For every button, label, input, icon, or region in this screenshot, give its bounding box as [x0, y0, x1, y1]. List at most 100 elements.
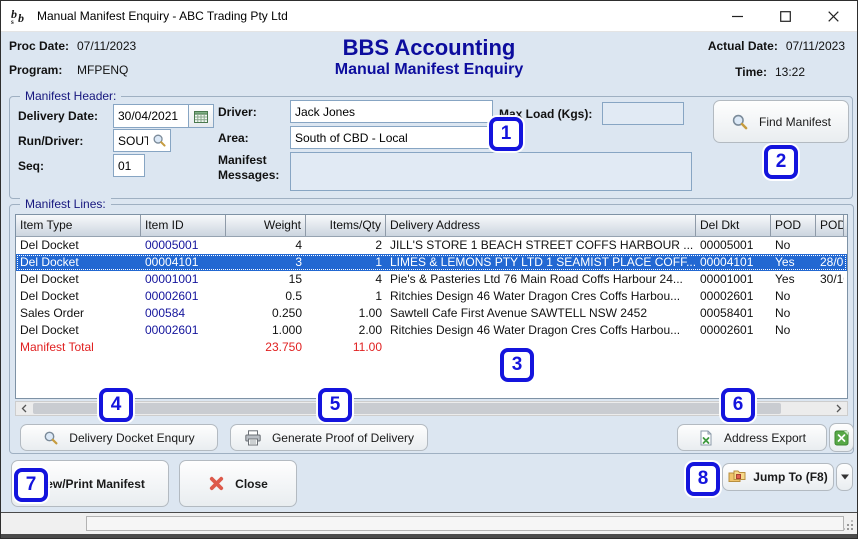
cell-item-type: Del Docket: [16, 288, 141, 305]
address-export-button[interactable]: Address Export: [677, 424, 827, 451]
delivery-date-label: Delivery Date:: [18, 109, 98, 123]
cell-weight: 3: [226, 254, 306, 271]
total-item-id: [141, 339, 226, 356]
area-input[interactable]: [291, 131, 492, 145]
driver-input[interactable]: [291, 105, 492, 119]
max-load-input[interactable]: [603, 107, 683, 121]
manual-manifest-enquiry-window: b b s Manual Manifest Enquiry - ABC Trad…: [0, 0, 858, 539]
table-row[interactable]: Del Docket 00002601 0.5 1 Ritchies Desig…: [16, 288, 847, 305]
cell-pod-date: 28/09/2: [816, 254, 844, 271]
svg-text:s: s: [11, 18, 14, 25]
annotation-badge-8: 8: [686, 462, 720, 496]
max-load-field-wrap: [602, 102, 684, 125]
col-items-qty[interactable]: Items/Qty: [306, 215, 386, 236]
jump-to-folders-icon: [728, 470, 746, 484]
cell-pod: No: [771, 305, 816, 322]
time-value: 13:22: [775, 65, 805, 79]
manifest-messages-field[interactable]: [290, 152, 692, 191]
address-export-label: Address Export: [724, 431, 806, 445]
window-title: Manual Manifest Enquiry - ABC Trading Pt…: [37, 9, 288, 23]
excel-export-button[interactable]: [829, 423, 854, 452]
col-pod[interactable]: POD: [771, 215, 816, 236]
col-weight[interactable]: Weight: [226, 215, 306, 236]
cell-item-type: Del Docket: [16, 254, 141, 271]
cell-item-id[interactable]: 00005001: [141, 237, 226, 254]
close-window-button[interactable]: [809, 1, 857, 31]
cell-items-qty: 1: [306, 288, 386, 305]
table-row-selected[interactable]: Del Docket 00004101 3 1 LIMES & LEMONS P…: [16, 254, 847, 271]
cell-pod-date: 30/10/2: [816, 271, 844, 288]
cell-items-qty: 1.00: [306, 305, 386, 322]
generate-proof-of-delivery-button[interactable]: Generate Proof of Delivery: [230, 424, 428, 451]
cell-pod-date: [816, 305, 844, 322]
col-pod-date[interactable]: POD D: [816, 215, 844, 236]
cell-del-dkt: 00002601: [696, 322, 771, 339]
resize-grip[interactable]: [842, 517, 854, 531]
cell-pod-date: [816, 322, 844, 339]
area-label: Area:: [218, 131, 249, 145]
run-driver-input[interactable]: [114, 134, 152, 148]
address-export-icon: [698, 430, 714, 446]
time-label: Time:: [735, 65, 767, 79]
jump-to-dropdown-button[interactable]: [836, 463, 853, 491]
manifest-lines-table: Item Type Item ID Weight Items/Qty Deliv…: [15, 214, 848, 399]
col-del-dkt[interactable]: Del Dkt: [696, 215, 771, 236]
cell-item-type: Sales Order: [16, 305, 141, 322]
cell-del-dkt: 00058401: [696, 305, 771, 322]
close-x-icon: [208, 475, 225, 492]
table-row[interactable]: Del Docket 00001001 15 4 Pie's & Pasteri…: [16, 271, 847, 288]
cell-delivery-address: Ritchies Design 46 Water Dragon Cres Cof…: [386, 322, 696, 339]
cell-pod-date: [816, 237, 844, 254]
cell-item-id[interactable]: 00004101: [141, 254, 226, 271]
table-row[interactable]: Del Docket 00005001 4 2 JILL'S STORE 1 B…: [16, 237, 847, 254]
scroll-right-arrow-icon[interactable]: [831, 402, 847, 415]
statusbar: [1, 513, 857, 534]
table-row[interactable]: Del Docket 00002601 1.000 2.00 Ritchies …: [16, 322, 847, 339]
cell-item-id[interactable]: 00002601: [141, 322, 226, 339]
jump-to-button[interactable]: Jump To (F8): [722, 463, 834, 491]
cell-items-qty: 1: [306, 254, 386, 271]
statusbar-panel: [86, 516, 844, 531]
cell-pod: No: [771, 237, 816, 254]
window-bottom-border: [1, 534, 857, 539]
cell-delivery-address: LIMES & LEMONS PTY LTD 1 SEAMIST PLACE C…: [386, 254, 696, 271]
cell-item-id[interactable]: 00002601: [141, 288, 226, 305]
maximize-button[interactable]: [761, 1, 809, 31]
calendar-icon: [194, 110, 208, 123]
delivery-date-input[interactable]: [114, 109, 188, 123]
delivery-docket-search-icon: [43, 430, 59, 446]
manifest-messages-label: Manifest Messages:: [218, 153, 288, 183]
calendar-button[interactable]: [188, 105, 213, 127]
scroll-left-arrow-icon[interactable]: [16, 402, 32, 415]
titlebar: b b s Manual Manifest Enquiry - ABC Trad…: [1, 1, 857, 32]
scrollbar-thumb[interactable]: [33, 403, 781, 414]
view-print-manifest-label: View/Print Manifest: [35, 477, 145, 491]
seq-input[interactable]: [114, 159, 144, 173]
jump-to-label: Jump To (F8): [753, 470, 827, 484]
cell-item-id[interactable]: 000584: [141, 305, 226, 322]
close-button[interactable]: Close: [179, 460, 297, 507]
col-item-id[interactable]: Item ID: [141, 215, 226, 236]
cell-items-qty: 2.00: [306, 322, 386, 339]
generate-proof-of-delivery-label: Generate Proof of Delivery: [272, 431, 414, 445]
cell-item-id[interactable]: 00001001: [141, 271, 226, 288]
cell-pod: No: [771, 322, 816, 339]
annotation-badge-4: 4: [99, 388, 133, 422]
time-row: Time: 13:22: [735, 65, 805, 79]
find-manifest-button[interactable]: Find Manifest: [713, 100, 849, 143]
minimize-button[interactable]: [713, 1, 761, 31]
cell-weight: 4: [226, 237, 306, 254]
table-row[interactable]: Sales Order 000584 0.250 1.00 Sawtell Ca…: [16, 305, 847, 322]
cell-weight: 15: [226, 271, 306, 288]
cell-pod: Yes: [771, 271, 816, 288]
cell-pod: Yes: [771, 254, 816, 271]
col-delivery-address[interactable]: Delivery Address: [386, 215, 696, 236]
total-qty: 11.00: [306, 339, 386, 356]
run-driver-lookup-icon[interactable]: [152, 133, 167, 148]
svg-text:b: b: [18, 11, 24, 25]
cell-pod-date: [816, 288, 844, 305]
delivery-docket-enquiry-button[interactable]: Delivery Docket Enqury: [20, 424, 218, 451]
annotation-badge-7: 7: [14, 468, 48, 502]
col-item-type[interactable]: Item Type: [16, 215, 141, 236]
find-manifest-search-icon: [731, 113, 749, 131]
